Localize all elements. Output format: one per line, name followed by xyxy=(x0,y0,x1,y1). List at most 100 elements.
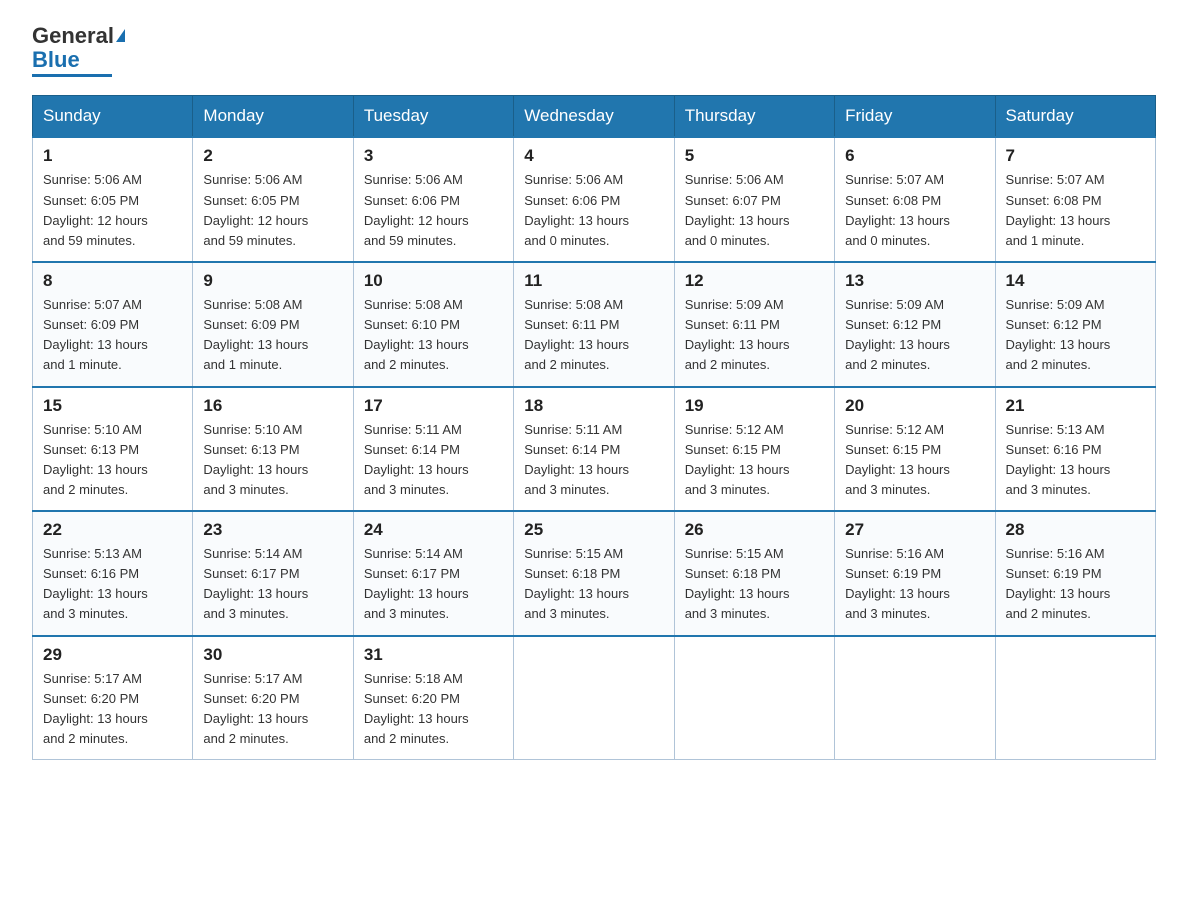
calendar-cell: 23Sunrise: 5:14 AMSunset: 6:17 PMDayligh… xyxy=(193,511,353,636)
calendar-cell: 9 Sunrise: 5:08 AMSunset: 6:09 PMDaylight… xyxy=(193,262,353,387)
calendar-week-row: 8Sunrise: 5:07 AMSunset: 6:09 PMDaylight… xyxy=(33,262,1156,387)
calendar-cell: 6 Sunrise: 5:07 AMSunset: 6:08 PMDaylight… xyxy=(835,137,995,262)
day-info: Sunrise: 5:11 AMSunset: 6:14 PMDaylight:… xyxy=(524,420,663,501)
day-info: Sunrise: 5:12 AMSunset: 6:15 PMDaylight:… xyxy=(845,420,984,501)
col-saturday: Saturday xyxy=(995,96,1155,138)
page-header: General Blue xyxy=(32,24,1156,77)
day-number: 7 xyxy=(1006,146,1145,166)
calendar-cell: 30 Sunrise: 5:17 AMSunset: 6:20 PMDayligh… xyxy=(193,636,353,760)
day-number: 30 xyxy=(203,645,342,665)
day-number: 22 xyxy=(43,520,182,540)
day-number: 18 xyxy=(524,396,663,416)
calendar-cell: 1 Sunrise: 5:06 AMSunset: 6:05 PMDaylight… xyxy=(33,137,193,262)
calendar-week-row: 29 Sunrise: 5:17 AMSunset: 6:20 PMDayligh… xyxy=(33,636,1156,760)
col-tuesday: Tuesday xyxy=(353,96,513,138)
day-info: Sunrise: 5:09 AMSunset: 6:12 PMDaylight:… xyxy=(845,295,984,376)
logo-general: General xyxy=(32,24,114,48)
day-number: 3 xyxy=(364,146,503,166)
day-number: 10 xyxy=(364,271,503,291)
day-number: 20 xyxy=(845,396,984,416)
day-info: Sunrise: 5:10 AMSunset: 6:13 PMDaylight:… xyxy=(203,420,342,501)
day-info: Sunrise: 5:11 AMSunset: 6:14 PMDaylight:… xyxy=(364,420,503,501)
calendar-cell: 7 Sunrise: 5:07 AMSunset: 6:08 PMDaylight… xyxy=(995,137,1155,262)
day-info: Sunrise: 5:15 AMSunset: 6:18 PMDaylight:… xyxy=(685,544,824,625)
day-number: 1 xyxy=(43,146,182,166)
calendar-cell: 27 Sunrise: 5:16 AMSunset: 6:19 PMDayligh… xyxy=(835,511,995,636)
day-number: 13 xyxy=(845,271,984,291)
logo: General Blue xyxy=(32,24,125,77)
day-info: Sunrise: 5:18 AMSunset: 6:20 PMDaylight:… xyxy=(364,669,503,750)
calendar-cell: 19Sunrise: 5:12 AMSunset: 6:15 PMDayligh… xyxy=(674,387,834,512)
day-info: Sunrise: 5:13 AMSunset: 6:16 PMDaylight:… xyxy=(43,544,182,625)
day-number: 12 xyxy=(685,271,824,291)
calendar-cell: 26 Sunrise: 5:15 AMSunset: 6:18 PMDayligh… xyxy=(674,511,834,636)
calendar-cell: 25 Sunrise: 5:15 AMSunset: 6:18 PMDayligh… xyxy=(514,511,674,636)
day-number: 5 xyxy=(685,146,824,166)
day-number: 2 xyxy=(203,146,342,166)
day-number: 28 xyxy=(1006,520,1145,540)
calendar-header: Sunday Monday Tuesday Wednesday Thursday… xyxy=(33,96,1156,138)
col-wednesday: Wednesday xyxy=(514,96,674,138)
day-number: 23 xyxy=(203,520,342,540)
day-number: 14 xyxy=(1006,271,1145,291)
calendar-cell: 20 Sunrise: 5:12 AMSunset: 6:15 PMDayligh… xyxy=(835,387,995,512)
day-number: 31 xyxy=(364,645,503,665)
calendar-cell: 21Sunrise: 5:13 AMSunset: 6:16 PMDayligh… xyxy=(995,387,1155,512)
calendar-cell: 16Sunrise: 5:10 AMSunset: 6:13 PMDayligh… xyxy=(193,387,353,512)
calendar-week-row: 15 Sunrise: 5:10 AMSunset: 6:13 PMDayligh… xyxy=(33,387,1156,512)
col-thursday: Thursday xyxy=(674,96,834,138)
day-number: 25 xyxy=(524,520,663,540)
day-number: 19 xyxy=(685,396,824,416)
calendar-cell xyxy=(995,636,1155,760)
calendar-week-row: 1 Sunrise: 5:06 AMSunset: 6:05 PMDaylight… xyxy=(33,137,1156,262)
calendar-cell: 5 Sunrise: 5:06 AMSunset: 6:07 PMDaylight… xyxy=(674,137,834,262)
day-info: Sunrise: 5:08 AMSunset: 6:10 PMDaylight:… xyxy=(364,295,503,376)
day-info: Sunrise: 5:06 AMSunset: 6:05 PMDaylight:… xyxy=(203,170,342,251)
col-monday: Monday xyxy=(193,96,353,138)
calendar-cell: 2 Sunrise: 5:06 AMSunset: 6:05 PMDaylight… xyxy=(193,137,353,262)
day-info: Sunrise: 5:06 AMSunset: 6:05 PMDaylight:… xyxy=(43,170,182,251)
day-info: Sunrise: 5:06 AMSunset: 6:07 PMDaylight:… xyxy=(685,170,824,251)
day-number: 26 xyxy=(685,520,824,540)
calendar-cell: 18 Sunrise: 5:11 AMSunset: 6:14 PMDayligh… xyxy=(514,387,674,512)
calendar-cell: 14 Sunrise: 5:09 AMSunset: 6:12 PMDayligh… xyxy=(995,262,1155,387)
calendar-cell: 15 Sunrise: 5:10 AMSunset: 6:13 PMDayligh… xyxy=(33,387,193,512)
day-number: 4 xyxy=(524,146,663,166)
day-info: Sunrise: 5:10 AMSunset: 6:13 PMDaylight:… xyxy=(43,420,182,501)
day-info: Sunrise: 5:09 AMSunset: 6:12 PMDaylight:… xyxy=(1006,295,1145,376)
day-info: Sunrise: 5:17 AMSunset: 6:20 PMDaylight:… xyxy=(203,669,342,750)
calendar-cell: 12 Sunrise: 5:09 AMSunset: 6:11 PMDayligh… xyxy=(674,262,834,387)
header-row: Sunday Monday Tuesday Wednesday Thursday… xyxy=(33,96,1156,138)
day-info: Sunrise: 5:16 AMSunset: 6:19 PMDaylight:… xyxy=(845,544,984,625)
logo-blue: Blue xyxy=(32,48,80,72)
day-number: 15 xyxy=(43,396,182,416)
day-info: Sunrise: 5:08 AMSunset: 6:09 PMDaylight:… xyxy=(203,295,342,376)
col-friday: Friday xyxy=(835,96,995,138)
day-info: Sunrise: 5:13 AMSunset: 6:16 PMDaylight:… xyxy=(1006,420,1145,501)
day-number: 27 xyxy=(845,520,984,540)
calendar-table: Sunday Monday Tuesday Wednesday Thursday… xyxy=(32,95,1156,760)
col-sunday: Sunday xyxy=(33,96,193,138)
calendar-cell: 3 Sunrise: 5:06 AMSunset: 6:06 PMDaylight… xyxy=(353,137,513,262)
day-number: 9 xyxy=(203,271,342,291)
day-info: Sunrise: 5:14 AMSunset: 6:17 PMDaylight:… xyxy=(364,544,503,625)
day-number: 6 xyxy=(845,146,984,166)
day-info: Sunrise: 5:09 AMSunset: 6:11 PMDaylight:… xyxy=(685,295,824,376)
calendar-body: 1 Sunrise: 5:06 AMSunset: 6:05 PMDaylight… xyxy=(33,137,1156,759)
day-number: 29 xyxy=(43,645,182,665)
calendar-cell: 13 Sunrise: 5:09 AMSunset: 6:12 PMDayligh… xyxy=(835,262,995,387)
calendar-cell: 22 Sunrise: 5:13 AMSunset: 6:16 PMDayligh… xyxy=(33,511,193,636)
day-info: Sunrise: 5:06 AMSunset: 6:06 PMDaylight:… xyxy=(524,170,663,251)
day-number: 24 xyxy=(364,520,503,540)
logo-triangle-icon xyxy=(116,29,125,42)
calendar-cell xyxy=(514,636,674,760)
day-info: Sunrise: 5:06 AMSunset: 6:06 PMDaylight:… xyxy=(364,170,503,251)
day-info: Sunrise: 5:16 AMSunset: 6:19 PMDaylight:… xyxy=(1006,544,1145,625)
day-info: Sunrise: 5:08 AMSunset: 6:11 PMDaylight:… xyxy=(524,295,663,376)
day-info: Sunrise: 5:07 AMSunset: 6:08 PMDaylight:… xyxy=(1006,170,1145,251)
day-info: Sunrise: 5:15 AMSunset: 6:18 PMDaylight:… xyxy=(524,544,663,625)
calendar-week-row: 22 Sunrise: 5:13 AMSunset: 6:16 PMDayligh… xyxy=(33,511,1156,636)
day-info: Sunrise: 5:07 AMSunset: 6:08 PMDaylight:… xyxy=(845,170,984,251)
day-number: 17 xyxy=(364,396,503,416)
calendar-cell: 24 Sunrise: 5:14 AMSunset: 6:17 PMDayligh… xyxy=(353,511,513,636)
